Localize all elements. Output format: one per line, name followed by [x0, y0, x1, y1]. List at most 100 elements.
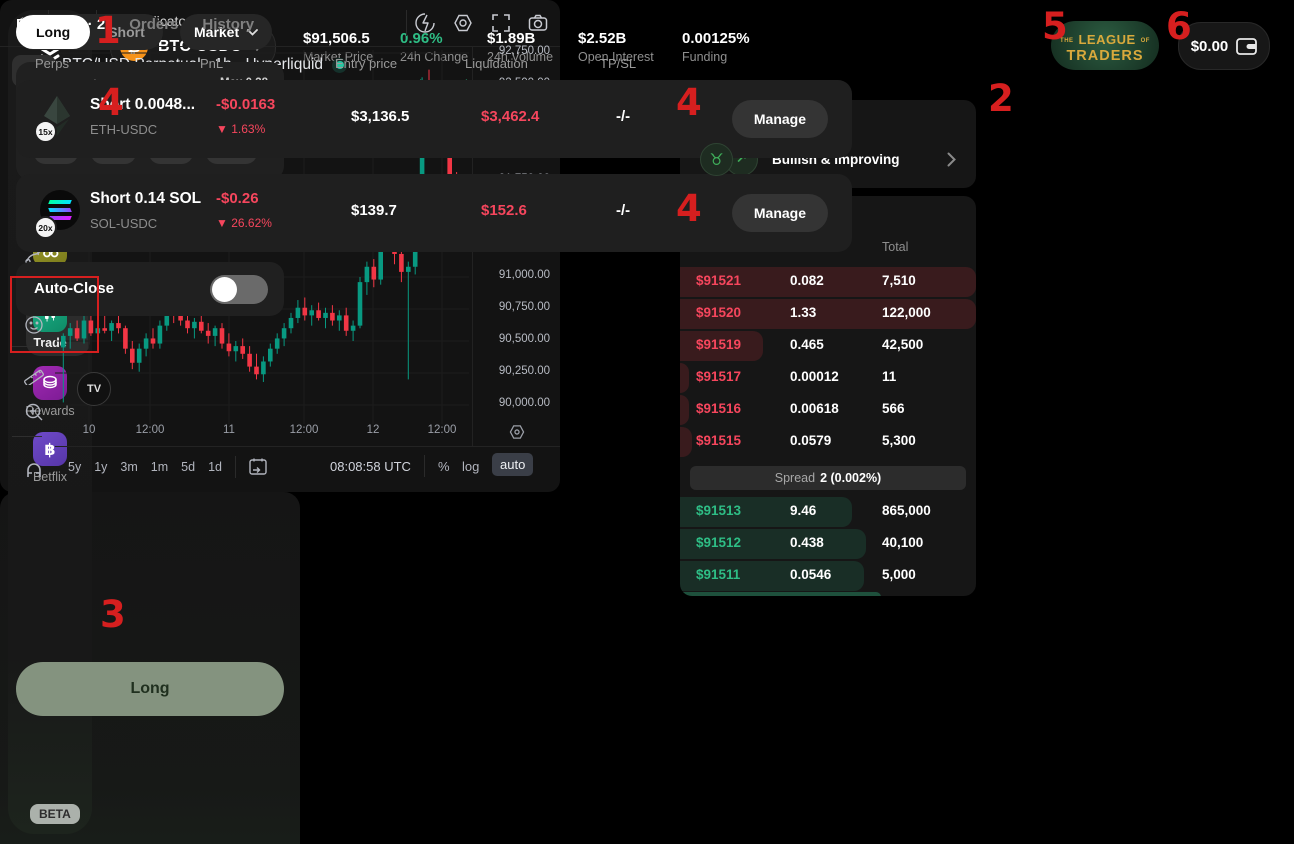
x-axis-label: 11 [207, 424, 251, 436]
chevron-right-icon [947, 152, 956, 167]
position-row-sol[interactable]: 20x Short 0.14 SOL SOL-USDC -$0.26 ▼ 26.… [16, 174, 852, 252]
partial-bid-row [680, 592, 881, 596]
annotation-1: 1 [95, 12, 121, 49]
position-pnl-pct: ▼ 1.63% [216, 122, 265, 136]
tab-orders[interactable]: Orders [129, 16, 178, 33]
annotation-2: 2 [988, 80, 1014, 117]
position-entry: $139.7 [351, 202, 397, 219]
wallet-icon [1236, 38, 1257, 55]
ask-row[interactable]: $915160.00618566 [680, 394, 976, 426]
fullscreen-icon[interactable] [490, 12, 512, 34]
bid-row[interactable]: $915110.05465,000 [680, 560, 976, 592]
bull-icon: ♉ [700, 143, 733, 176]
zoom-in-tool-icon[interactable] [12, 396, 56, 428]
ask-row[interactable]: $915150.05795,300 [680, 426, 976, 458]
col-header-tpsl: TP/SL [600, 56, 636, 71]
positions-tabs: Positions · 2 Orders History [16, 16, 254, 33]
tradingview-logo-icon: TV [77, 372, 111, 406]
league-league: LEAGUE [1078, 32, 1135, 47]
spread-label: Spread [775, 471, 815, 485]
bid-row[interactable]: $915139.46865,000 [680, 496, 976, 528]
auto-close-toggle[interactable] [210, 275, 268, 304]
manage-button[interactable]: Manage [732, 194, 828, 232]
stat-value: $2.52B [578, 30, 654, 47]
ask-row[interactable]: $915170.0001211 [680, 362, 976, 394]
x-axis-label: 10 [67, 424, 111, 436]
y-axis-label: 90,000.00 [478, 397, 550, 409]
position-pair: SOL-USDC [90, 216, 157, 231]
ask-row[interactable]: $915201.33122,000 [680, 298, 976, 330]
x-axis-label: 12 [351, 424, 395, 436]
annotation-4-chart: 4 [98, 84, 124, 121]
order-book-panel: Order Book Price Amount Total $915210.08… [680, 196, 976, 596]
divider [406, 10, 407, 36]
divider [12, 436, 42, 437]
quick-action-icon[interactable] [414, 12, 436, 34]
wallet-balance: $0.00 [1191, 38, 1229, 55]
annotation-5: 5 [1042, 8, 1068, 45]
x-axis-label: 12:00 [420, 424, 464, 436]
y-axis-label: 90,250.00 [478, 365, 550, 377]
position-liquidation: $152.6 [481, 202, 527, 219]
position-tpsl: -/- [616, 202, 630, 219]
position-liquidation: $3,462.4 [481, 108, 539, 125]
divider [235, 456, 236, 478]
range-1d-button[interactable]: 1d [208, 460, 222, 474]
stat-value: 0.00125% [682, 30, 750, 47]
wallet-balance-button[interactable]: $0.00 [1178, 22, 1270, 70]
leverage-badge: 15x [34, 120, 57, 143]
position-entry: $3,136.5 [351, 108, 409, 125]
ask-row[interactable]: $915190.46542,500 [680, 330, 976, 362]
range-5d-button[interactable]: 5d [181, 460, 195, 474]
spread-row: Spread 2 (0.002%) [690, 466, 966, 490]
annotation-6: 6 [1166, 8, 1192, 45]
ob-header-total: Total [882, 240, 908, 254]
tab-history[interactable]: History [202, 16, 254, 33]
range-5y-button[interactable]: 5y [68, 460, 81, 474]
position-pnl: -$0.0163 [216, 96, 275, 113]
go-to-date-icon[interactable] [248, 457, 268, 477]
col-header-pnl: PnL [200, 56, 223, 71]
league-traders: TRADERS [1051, 49, 1159, 64]
magnet-tool-icon[interactable] [12, 454, 56, 486]
position-pair: ETH-USDC [90, 122, 157, 137]
divider [424, 455, 425, 477]
position-pnl: -$0.26 [216, 190, 259, 207]
range-3m-button[interactable]: 3m [120, 460, 137, 474]
toggle-knob [212, 277, 237, 302]
position-title: Short 0.14 SOL [90, 190, 201, 208]
beta-badge: BETA [30, 804, 80, 824]
sol-icon: 20x [40, 190, 80, 234]
x-axis-label: 12:00 [128, 424, 172, 436]
annotation-3: 3 [100, 596, 126, 633]
clock-utc[interactable]: 08:08:58 UTC [330, 459, 411, 474]
x-axis-label: 12:00 [282, 424, 326, 436]
y-axis-label: 90,750.00 [478, 301, 550, 313]
eth-icon: 15x [40, 94, 78, 138]
chart-settings-icon[interactable] [452, 12, 474, 34]
league-of: OF [1141, 38, 1150, 44]
auto-scale-button[interactable]: auto [492, 453, 533, 476]
bid-row[interactable]: $915120.43840,100 [680, 528, 976, 560]
x-axis-settings-icon[interactable] [508, 423, 526, 441]
stat-funding: 0.00125% Funding [682, 30, 750, 64]
range-toolbar: 5y 1y 3m 1m 5d 1d [68, 456, 268, 478]
ask-row[interactable]: $915210.0827,510 [680, 266, 976, 298]
ruler-tool-icon[interactable] [12, 358, 56, 390]
y-axis-label: 90,500.00 [478, 333, 550, 345]
col-header-entry: Entry price [335, 56, 397, 71]
annotation-4-messari: 4 [676, 84, 702, 121]
col-header-perps: Perps [35, 56, 69, 71]
snapshot-camera-icon[interactable] [527, 12, 549, 34]
range-1y-button[interactable]: 1y [94, 460, 107, 474]
manage-button[interactable]: Manage [732, 100, 828, 138]
log-scale-button[interactable]: log [462, 459, 479, 474]
percent-scale-button[interactable]: % [438, 459, 450, 474]
range-1m-button[interactable]: 1m [151, 460, 168, 474]
divider [55, 446, 560, 447]
leverage-badge: 20x [34, 216, 57, 239]
tab-positions[interactable]: Positions · 2 [16, 16, 105, 33]
position-tpsl: -/- [616, 108, 630, 125]
submit-long-button[interactable]: Long [16, 662, 284, 716]
col-header-liquidation: Liquidation [465, 56, 528, 71]
